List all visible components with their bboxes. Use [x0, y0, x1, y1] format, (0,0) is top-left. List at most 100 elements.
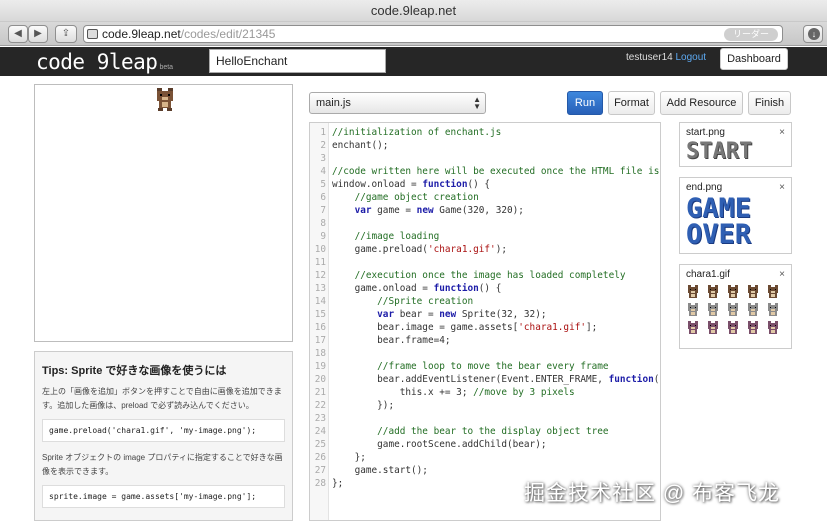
line-number: 13 — [314, 283, 326, 294]
code-text: bear.image = game.assets['chara1.gif']; — [332, 322, 598, 333]
code-line[interactable]: 21 this.x += 3; //move by 3 pixels — [310, 386, 660, 399]
code-line[interactable]: 23 — [310, 412, 660, 425]
code-line[interactable]: 2 enchant(); — [310, 139, 660, 152]
dashboard-button[interactable]: Dashboard — [720, 48, 788, 70]
code-line[interactable]: 18 — [310, 347, 660, 360]
bear-sprite-icon — [688, 303, 698, 316]
code-line[interactable]: 17 bear.frame=4; — [310, 334, 660, 347]
line-number: 22 — [314, 400, 326, 411]
game-preview[interactable] — [34, 84, 293, 342]
bear-sprite-icon — [768, 303, 778, 316]
resource-item[interactable]: chara1.gif × — [679, 264, 792, 349]
run-button[interactable]: Run — [567, 91, 603, 115]
watermark: 掘金技术社区 @ 布客飞龙 — [524, 482, 780, 505]
tips-heading: Tips: Sprite で好きな画像を使うには — [42, 365, 227, 377]
site-logo[interactable]: code 9leap beta — [36, 50, 173, 80]
close-icon[interactable]: × — [779, 181, 785, 195]
bear-sprite-icon — [708, 321, 718, 334]
code-line[interactable]: 3 — [310, 152, 660, 165]
code-text: bear.frame=4; — [332, 335, 451, 346]
code-text: game.rootScene.addChild(bear); — [332, 439, 547, 450]
code-line[interactable]: 14 //Sprite creation — [310, 295, 660, 308]
logout-link[interactable]: Logout — [675, 52, 706, 63]
code-line[interactable]: 9 //image loading — [310, 230, 660, 243]
code-line[interactable]: 7 var game = new Game(320, 320); — [310, 204, 660, 217]
code-text: this.x += 3; //move by 3 pixels — [332, 387, 575, 398]
line-number: 18 — [314, 348, 326, 359]
project-title-input[interactable] — [209, 49, 386, 73]
code-text: //Sprite creation — [377, 296, 474, 307]
code-line[interactable]: 13 game.onload = function() { — [310, 282, 660, 295]
tips-paragraph: Sprite オブジェクトの image プロパティに指定することで好きな画像を… — [42, 453, 283, 476]
code-line[interactable]: 4 //code written here will be executed on… — [310, 165, 660, 178]
line-number: 4 — [320, 166, 326, 177]
code-text: }; — [332, 478, 344, 489]
code-text: //frame loop to move the bear every fram… — [377, 361, 609, 372]
code-line[interactable]: 12 //execution once the image has loaded… — [310, 269, 660, 282]
code-line[interactable]: 15 var bear = new Sprite(32, 32); — [310, 308, 660, 321]
code-line[interactable]: 16 bear.image = game.assets['chara1.gif'… — [310, 321, 660, 334]
bear-sprite-icon — [748, 303, 758, 316]
bear-sprite-icon — [728, 321, 738, 334]
code-line[interactable]: 26 }; — [310, 451, 660, 464]
code-line[interactable]: 24 //add the bear to the display object … — [310, 425, 660, 438]
tips-code-sample: game.preload('chara1.gif', 'my-image.png… — [42, 419, 285, 442]
code-line[interactable]: 10 game.preload('chara1.gif'); — [310, 243, 660, 256]
code-text: window.onload = function() { — [332, 179, 491, 190]
code-editor[interactable]: 1 //initialization of enchant.js 2 enchant(… — [309, 122, 661, 521]
code-text: //initialization of enchant.js — [332, 127, 502, 138]
code-line[interactable]: 22 }); — [310, 399, 660, 412]
downloads-button[interactable]: ↓ — [803, 25, 823, 43]
line-number: 24 — [314, 426, 326, 437]
download-icon: ↓ — [808, 28, 820, 40]
address-path: /codes/edit/21345 — [180, 27, 276, 41]
finish-button[interactable]: Finish — [748, 91, 791, 115]
share-button[interactable]: ⇪ — [55, 25, 77, 43]
user-info: testuser14 Logout — [626, 52, 706, 64]
code-line[interactable]: 11 — [310, 256, 660, 269]
code-line[interactable]: 19 //frame loop to move the bear every f… — [310, 360, 660, 373]
site-favicon-icon — [87, 29, 98, 39]
resource-name: start.png — [686, 127, 725, 138]
code-line[interactable]: 25 game.rootScene.addChild(bear); — [310, 438, 660, 451]
code-line[interactable]: 20 bear.addEventListener(Event.ENTER_FRA… — [310, 373, 660, 386]
line-number: 3 — [320, 153, 326, 164]
line-number: 26 — [314, 452, 326, 463]
beta-label: beta — [159, 64, 174, 71]
game-over-image: GAME OVER — [686, 195, 785, 248]
back-button[interactable]: ◀ — [8, 25, 28, 43]
format-button[interactable]: Format — [608, 91, 655, 115]
line-number: 12 — [314, 270, 326, 281]
line-number: 2 — [320, 140, 326, 151]
code-line[interactable]: 27 game.start(); — [310, 464, 660, 477]
file-select[interactable]: main.js ▲ ▼ — [309, 92, 486, 114]
line-number: 25 — [314, 439, 326, 450]
code-line[interactable]: 6 //game object creation — [310, 191, 660, 204]
share-icon: ⇪ — [61, 28, 71, 39]
close-icon[interactable]: × — [779, 268, 785, 282]
reader-button[interactable]: リーダー — [724, 28, 778, 41]
line-number: 28 — [314, 478, 326, 489]
browser-toolbar: ◀ ▶ ⇪ code.9leap.net/codes/edit/21345 リー… — [0, 22, 827, 46]
forward-button[interactable]: ▶ — [28, 25, 48, 43]
code-line[interactable]: 8 — [310, 217, 660, 230]
address-bar[interactable]: code.9leap.net/codes/edit/21345 リーダー — [83, 25, 783, 43]
resource-item[interactable]: end.png × GAME OVER — [679, 177, 792, 254]
line-number: 6 — [320, 192, 326, 203]
bear-sprite-icon — [728, 285, 738, 298]
line-number: 23 — [314, 413, 326, 424]
code-line[interactable]: 5 window.onload = function() { — [310, 178, 660, 191]
code-text: var bear = new Sprite(32, 32); — [377, 309, 547, 320]
bear-sprite-icon — [748, 285, 758, 298]
tips-panel: Tips: Sprite で好きな画像を使うには 左上の「画像を追加」ボタンを押… — [34, 351, 293, 521]
add-resource-button[interactable]: Add Resource — [660, 91, 743, 115]
close-icon[interactable]: × — [779, 126, 785, 140]
code-line[interactable]: 1 //initialization of enchant.js — [310, 126, 660, 139]
bear-sprite-icon — [708, 303, 718, 316]
code-text: game.start(); — [332, 465, 428, 476]
line-number: 27 — [314, 465, 326, 476]
bear-sprite-icon — [728, 303, 738, 316]
line-number: 17 — [314, 335, 326, 346]
resource-item[interactable]: start.png × START — [679, 122, 792, 167]
line-number: 7 — [320, 205, 326, 216]
